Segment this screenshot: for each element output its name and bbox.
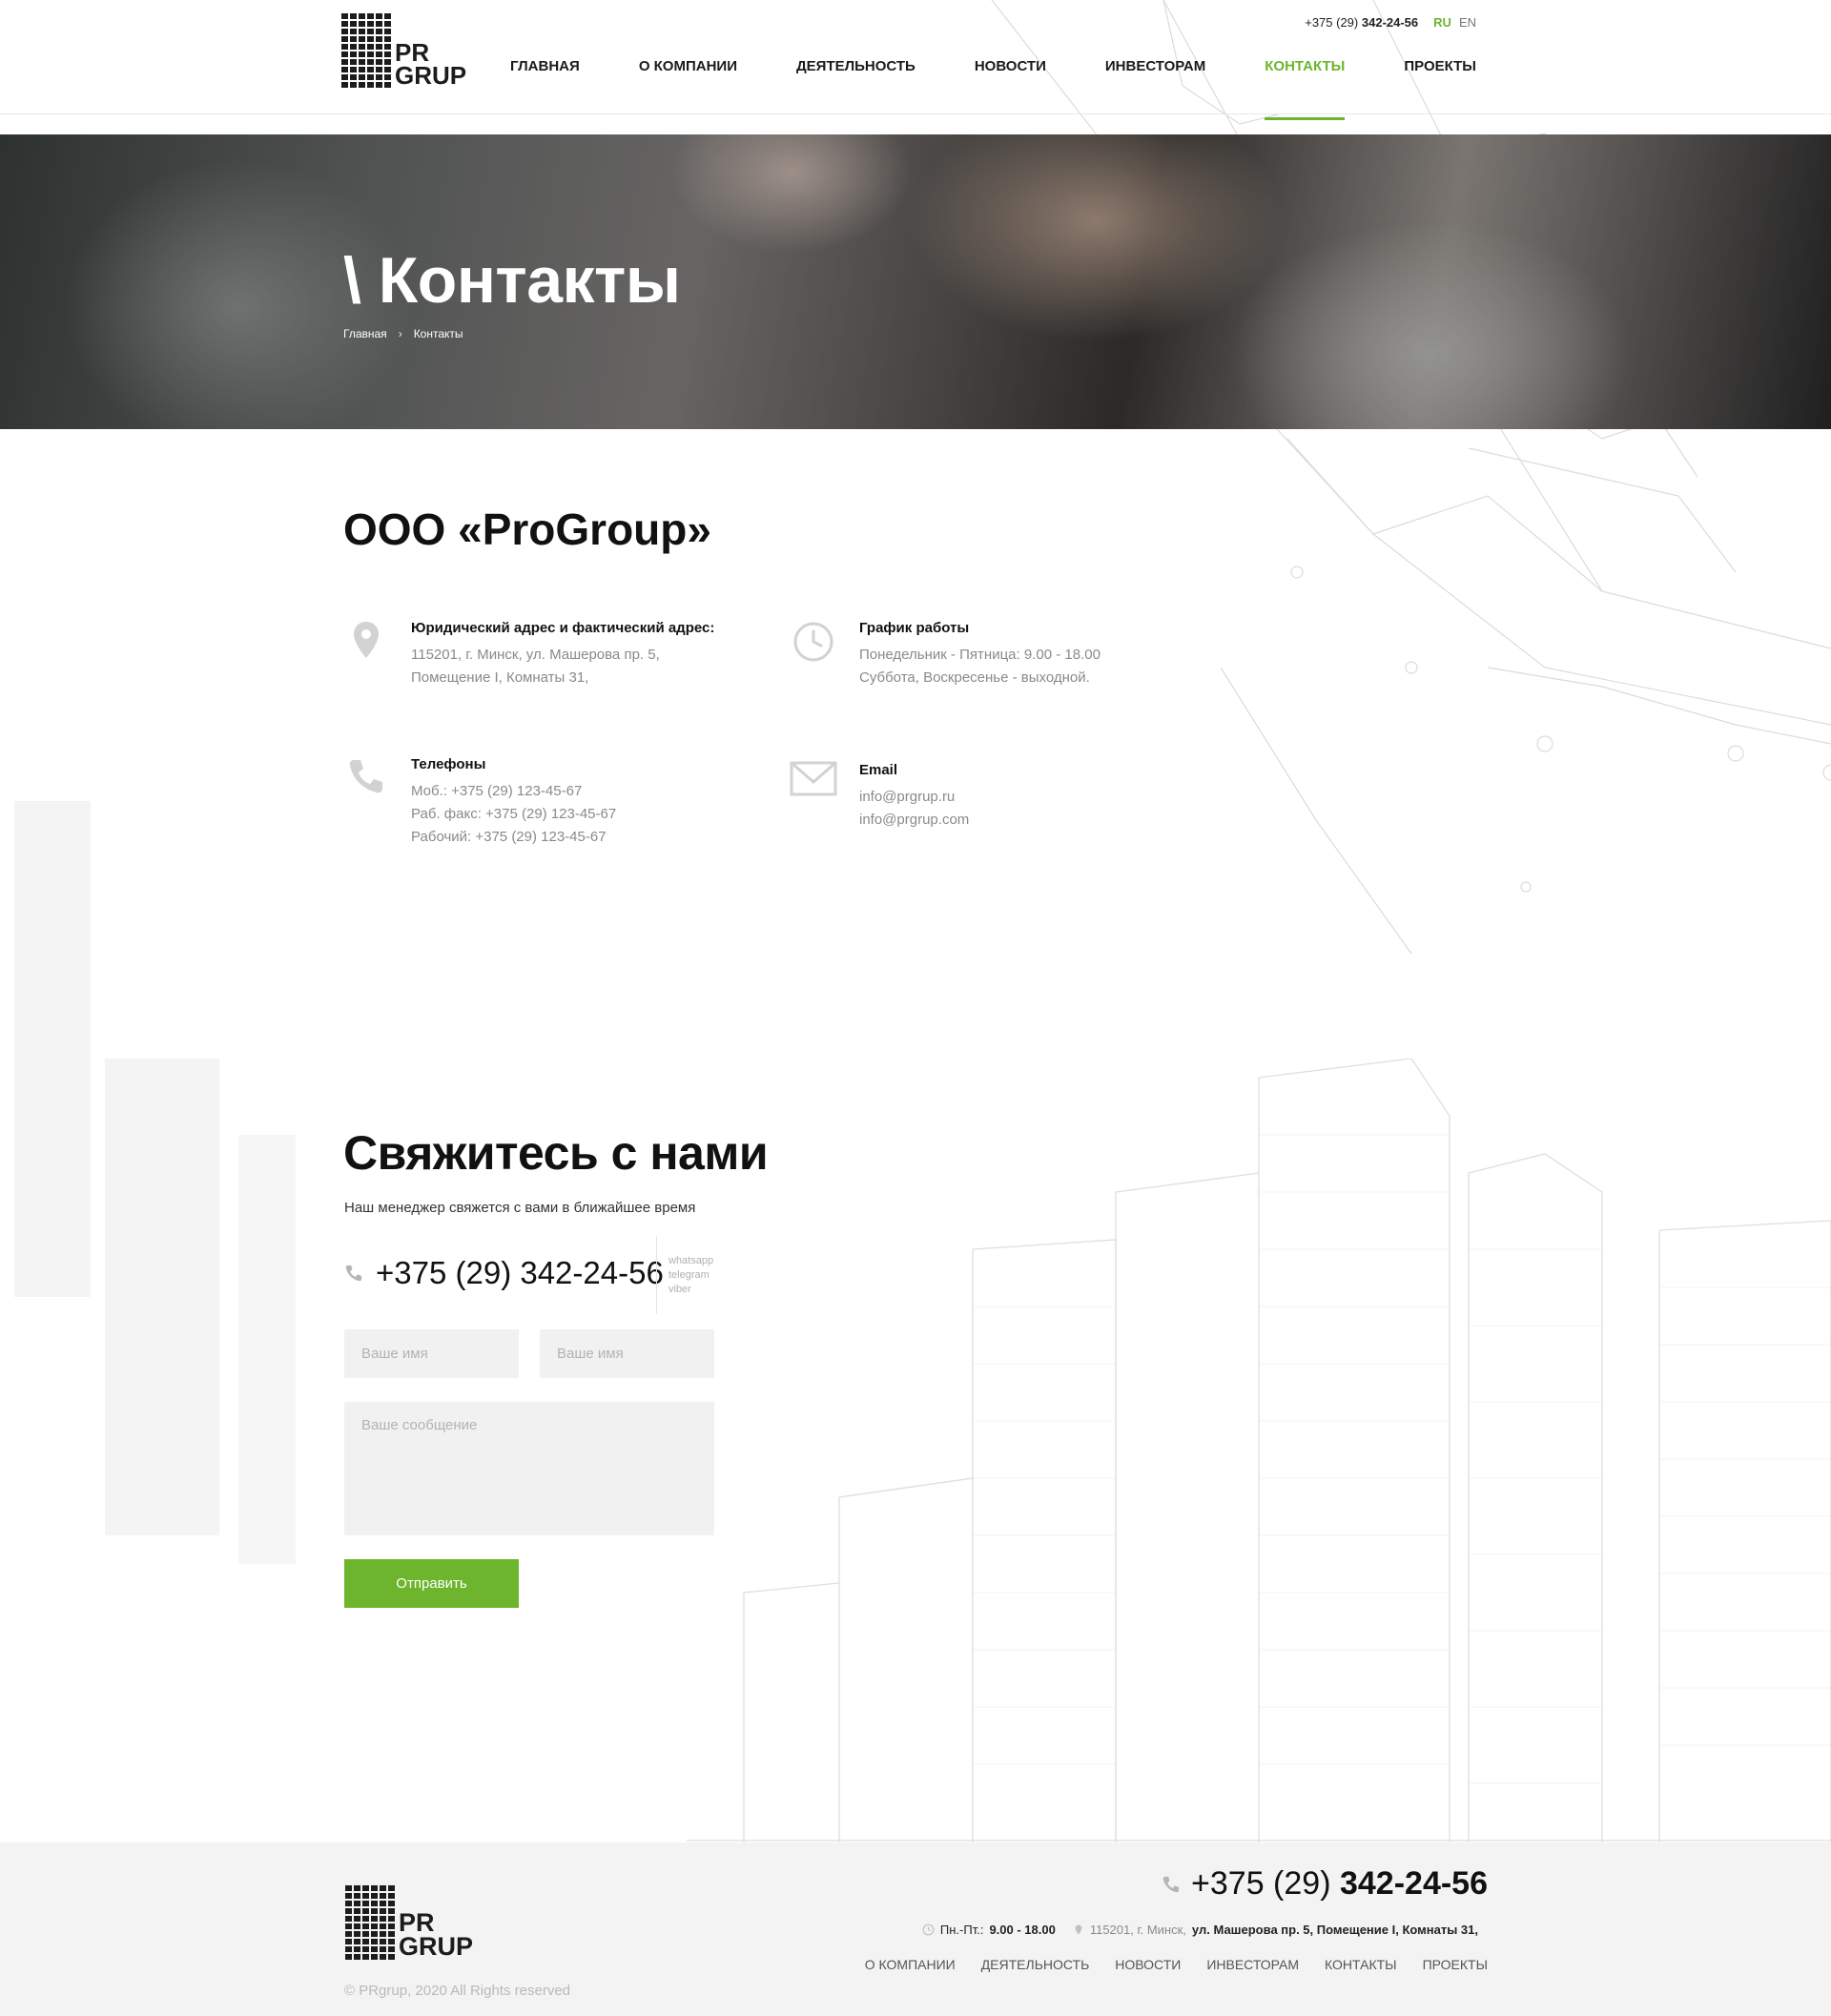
site-footer: PR GRUP © PRgrup, 2020 All Rights reserv… [0,1842,1831,2016]
footer-nav: О КОМПАНИИ ДЕЯТЕЛЬНОСТЬ НОВОСТИ ИНВЕСТОР… [865,1957,1488,1972]
phone-icon [345,1265,362,1282]
nav-about[interactable]: О КОМПАНИИ [609,6,767,120]
company-name: ООО «ProGroup» [343,504,711,554]
hero-banner: \ Контакты Главная › Контакты [0,134,1831,429]
logo-text-grup: GRUP [399,1932,474,1962]
main-nav: ГЛАВНАЯ О КОМПАНИИ ДЕЯТЕЛЬНОСТЬ НОВОСТИ … [481,6,1476,120]
envelope-icon [790,761,837,796]
contact-phone-number: +375 (29) 342-24-56 [376,1255,664,1290]
breadcrumb-home[interactable]: Главная [343,327,387,340]
breadcrumb: Главная › Контакты [343,327,463,340]
phones-block: Телефоны Моб.: +375 (29) 123-45-67 Раб. … [349,756,754,849]
name-input[interactable] [344,1329,519,1378]
schedule-line: Суббота, Воскресенье - выходной. [859,669,1090,686]
contact-phone[interactable]: +375 (29) 342-24-56 [343,1255,664,1291]
footer-hours: Пн.-Пт.: 9.00 - 18.00 [922,1923,1056,1937]
city-silhouette-right [687,1059,1831,1850]
address-line: Помещение I, Комнаты 31, [411,669,589,686]
nav-contacts[interactable]: КОНТАКТЫ [1235,6,1374,120]
logo-building-icon [341,13,391,88]
messenger-links: whatsapp telegram viber [656,1236,713,1314]
footer-logo[interactable]: PR GRUP [345,1885,473,1960]
clock-icon [793,622,833,662]
breadcrumb-current: Контакты [413,327,463,340]
footer-phone-number: 342-24-56 [1339,1865,1488,1902]
nav-home[interactable]: ГЛАВНАЯ [481,6,609,120]
footer-nav-about[interactable]: О КОМПАНИИ [865,1957,956,1972]
clock-icon [922,1923,935,1936]
email-title: Email [859,762,898,778]
logo-text-grup: GRUP [395,61,467,91]
phones-title: Телефоны [411,756,486,772]
nav-projects[interactable]: ПРОЕКТЫ [1374,6,1476,120]
site-logo[interactable]: PR GRUP [341,13,466,88]
schedule-title: График работы [859,620,970,636]
name-input-second[interactable] [540,1329,714,1378]
phone-icon [1162,1876,1180,1892]
footer-phone-prefix: +375 (29) [1191,1865,1340,1902]
address-title: Юридический адрес и фактический адрес: [411,620,715,636]
copyright: © PRgrup, 2020 All Rights reserved [344,1983,571,1999]
footer-nav-contacts[interactable]: КОНТАКТЫ [1325,1957,1397,1972]
phone-icon [349,760,382,793]
breadcrumb-chevron-icon: › [398,327,402,340]
footer-hours-label: Пн.-Пт.: [939,1923,984,1937]
email-link[interactable]: info@prgrup.ru [859,786,1203,809]
schedule-block: График работы Понедельник - Пятница: 9.0… [793,620,1203,689]
site-header: PR GRUP +375 (29) 342-24-56 RU EN ГЛАВНА… [0,0,1831,120]
nav-activity[interactable]: ДЕЯТЕЛЬНОСТЬ [767,6,945,120]
phone-line[interactable]: Раб. факс: +375 (29) 123-45-67 [411,803,754,826]
footer-info: Пн.-Пт.: 9.00 - 18.00 115201, г. Минск, … [922,1923,1478,1937]
nav-news[interactable]: НОВОСТИ [945,6,1076,120]
email-block: Email info@prgrup.ru info@prgrup.com [790,761,1203,832]
address-line: 115201, г. Минск, ул. Машерова пр. 5, [411,647,660,663]
message-textarea[interactable] [344,1402,714,1535]
footer-address-street: ул. Машерова пр. 5, Помещение I, Комнаты… [1191,1923,1478,1937]
messenger-telegram[interactable]: telegram [669,1269,713,1281]
contact-form-subtitle: Наш менеджер свяжется с вами в ближайшее… [344,1200,696,1216]
footer-phone[interactable]: +375 (29) 342-24-56 [1161,1865,1488,1903]
email-link[interactable]: info@prgrup.com [859,809,1203,832]
footer-address-prefix: 115201, г. Минск, [1089,1923,1186,1937]
schedule-line: Понедельник - Пятница: 9.00 - 18.00 [859,647,1101,663]
logo-wordmark: PR GRUP [399,1909,474,1962]
logo-wordmark: PR GRUP [395,40,467,91]
submit-button[interactable]: Отправить [344,1559,519,1608]
map-pin-icon [354,622,379,658]
footer-nav-projects[interactable]: ПРОЕКТЫ [1423,1957,1488,1972]
city-silhouette-left [14,801,296,1564]
footer-address: 115201, г. Минск, ул. Машерова пр. 5, По… [1073,1923,1478,1937]
contact-form-title: Свяжитесь с нами [343,1126,769,1180]
messenger-viber[interactable]: viber [669,1284,713,1295]
phone-line[interactable]: Моб.: +375 (29) 123-45-67 [411,780,754,803]
page-title: \ Контакты [343,244,681,317]
messenger-whatsapp[interactable]: whatsapp [669,1255,713,1266]
address-block: Юридический адрес и фактический адрес: 1… [354,620,754,689]
footer-hours-value: 9.00 - 18.00 [989,1923,1056,1937]
footer-nav-news[interactable]: НОВОСТИ [1115,1957,1181,1972]
footer-nav-activity[interactable]: ДЕЯТЕЛЬНОСТЬ [981,1957,1090,1972]
logo-building-icon [345,1885,395,1960]
phone-line[interactable]: Рабочий: +375 (29) 123-45-67 [411,826,754,849]
footer-nav-investors[interactable]: ИНВЕСТОРАМ [1206,1957,1299,1972]
nav-investors[interactable]: ИНВЕСТОРАМ [1076,6,1235,120]
map-pin-icon [1075,1924,1082,1935]
